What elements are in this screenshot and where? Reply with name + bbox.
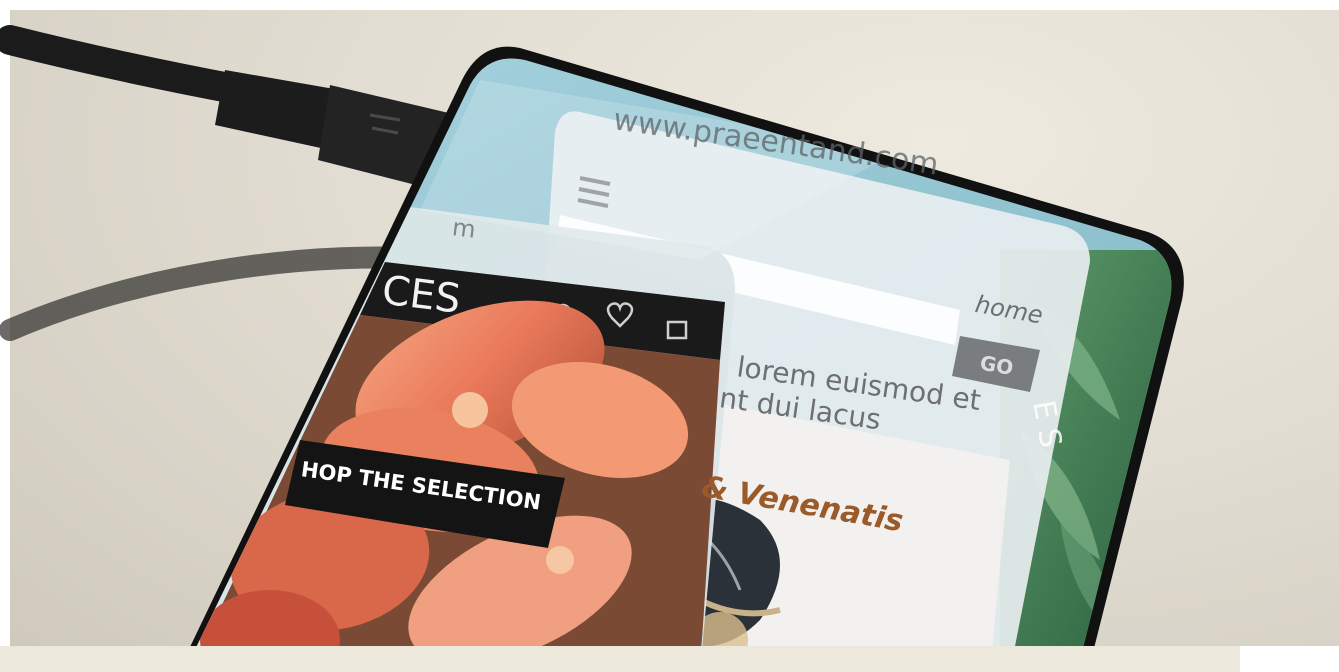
front-tab-fragment: m [451, 213, 478, 244]
bottom-strip [0, 646, 1240, 672]
photo-scene: www.praeentand.com home GO lorem euismod… [0, 0, 1339, 672]
usb-cable [0, 25, 255, 105]
photo-drawing: www.praeentand.com home GO lorem euismod… [0, 25, 1184, 672]
bottom-strip-right [1240, 646, 1339, 672]
brand-fragment: CES [379, 268, 463, 323]
